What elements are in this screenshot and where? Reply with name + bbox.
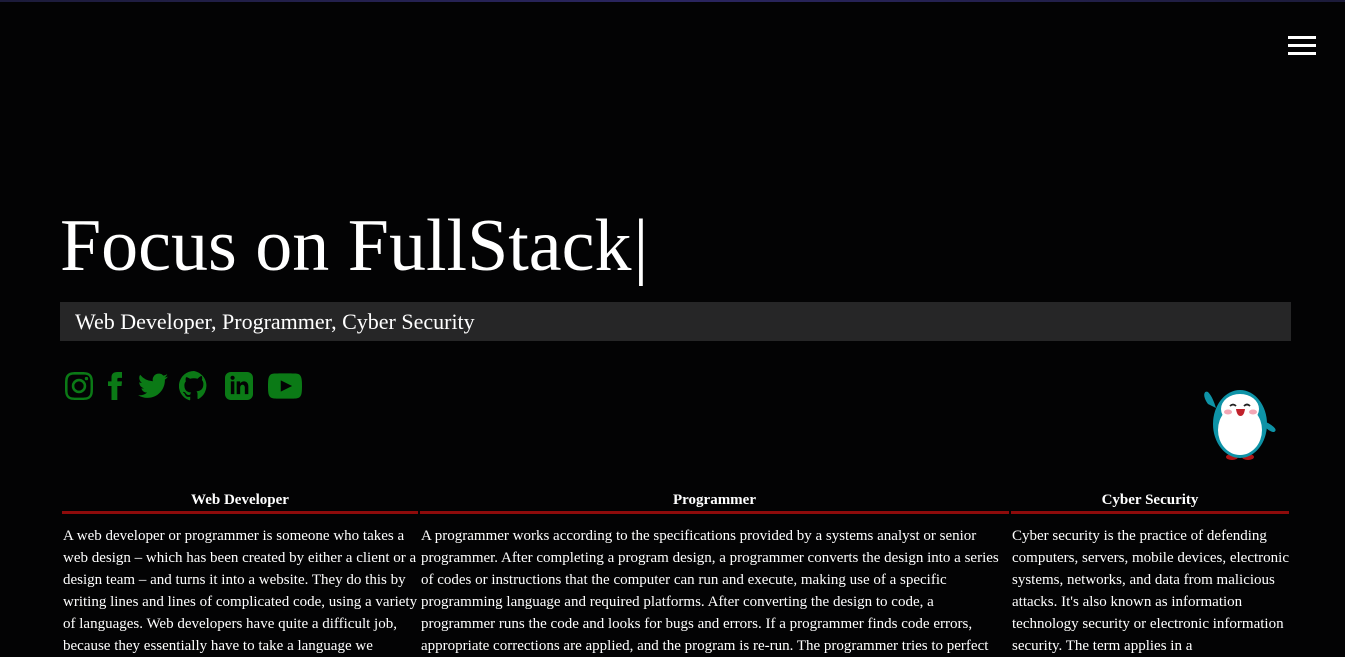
column-heading: Cyber Security bbox=[1011, 488, 1289, 514]
hamburger-menu-icon[interactable] bbox=[1285, 34, 1319, 60]
instagram-icon[interactable] bbox=[63, 368, 95, 404]
hero-title: Focus on FullStack| bbox=[60, 202, 648, 290]
column-heading: Web Developer bbox=[62, 488, 418, 514]
column-text: A web developer or programmer is someone… bbox=[63, 528, 418, 654]
column-cyber-security: Cyber Security Cyber security is the pra… bbox=[1011, 488, 1289, 657]
youtube-icon[interactable] bbox=[261, 368, 309, 404]
social-links bbox=[63, 368, 309, 404]
typing-cursor: | bbox=[633, 205, 649, 287]
column-text: Cyber security is the practice of defend… bbox=[1012, 528, 1289, 654]
hero-subtitle-bar: Web Developer, Programmer, Cyber Securit… bbox=[60, 302, 1291, 341]
linkedin-icon[interactable] bbox=[217, 368, 261, 404]
column-web-developer: Web Developer A web developer or program… bbox=[62, 488, 418, 657]
twitter-icon[interactable] bbox=[135, 368, 171, 404]
top-border bbox=[0, 0, 1345, 2]
facebook-icon[interactable] bbox=[95, 368, 135, 404]
column-text: A programmer works according to the spec… bbox=[421, 528, 999, 654]
hero-subtitle: Web Developer, Programmer, Cyber Securit… bbox=[75, 309, 475, 334]
column-heading: Programmer bbox=[420, 488, 1009, 514]
column-programmer: Programmer A programmer works according … bbox=[420, 488, 1009, 657]
hero-title-text: Focus on FullStack bbox=[60, 205, 632, 287]
penguin-waving-icon bbox=[1200, 378, 1280, 462]
github-icon[interactable] bbox=[171, 368, 217, 404]
